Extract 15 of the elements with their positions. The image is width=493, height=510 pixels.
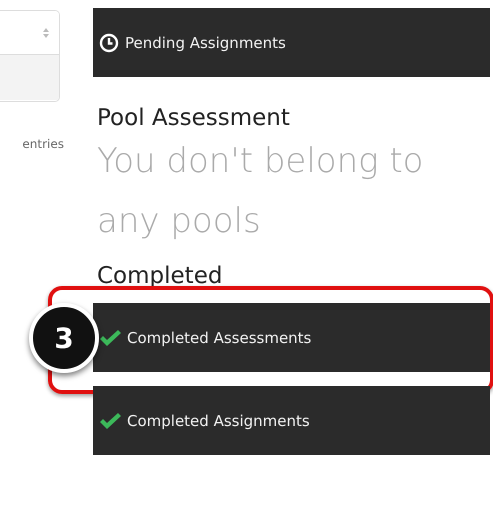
menu-bar[interactable]: Pending Assignments	[93, 8, 490, 77]
empty-message: You don't belong to any pools	[97, 140, 424, 243]
menu-bar[interactable]: Completed Assignments	[93, 386, 490, 455]
section-heading: Completed	[97, 263, 224, 289]
bar-label: Completed Assessments	[127, 328, 312, 346]
check-icon	[99, 412, 121, 430]
bar-label: Pending Assignments	[125, 34, 286, 52]
entries-select[interactable]	[0, 10, 60, 102]
section-heading: Pool Assessment	[97, 105, 291, 131]
menu-bar[interactable]: Completed Assessments	[93, 303, 490, 372]
check-icon	[99, 328, 121, 346]
entries-label: entries	[22, 137, 64, 151]
bar-label: Completed Assignments	[127, 412, 310, 430]
sort-arrows-icon	[43, 28, 49, 38]
clock-icon	[99, 32, 119, 52]
